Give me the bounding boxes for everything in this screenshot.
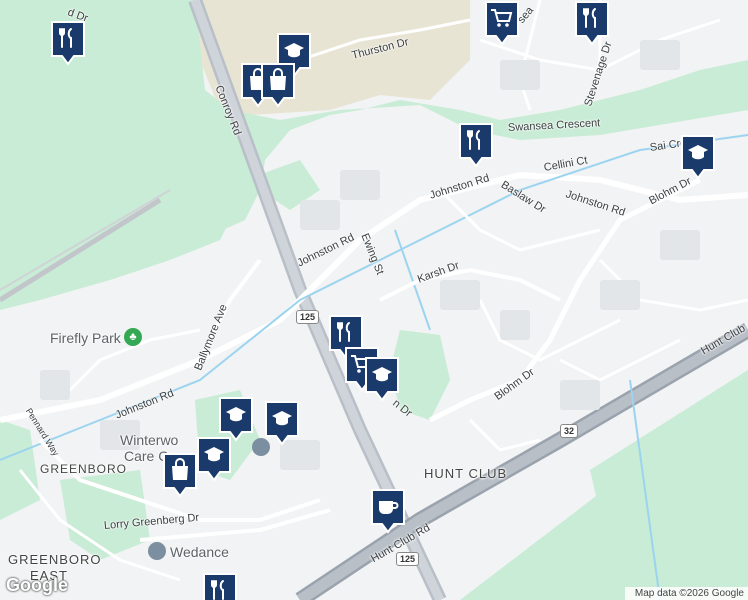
- highway-shield-125-south: 125: [396, 552, 420, 566]
- map-canvas[interactable]: Conroy Rd Thurston Dr Johnston Rd Johnst…: [0, 0, 748, 600]
- map-data-text[interactable]: Map data ©2026 Google: [635, 588, 744, 599]
- place-label-winterwood-1[interactable]: Winterwo: [120, 432, 178, 448]
- map-pin-education[interactable]: [196, 436, 232, 482]
- attribution-bar: Map data ©2026 Google: [624, 587, 748, 600]
- restaurant-icon: [575, 1, 609, 46]
- place-label-firefly-park[interactable]: Firefly Park: [50, 330, 121, 346]
- google-logo: Google: [6, 575, 68, 595]
- shopping-icon: [163, 453, 197, 498]
- map-pin-education[interactable]: [680, 134, 716, 180]
- education-icon: [265, 401, 299, 446]
- map-pin-shopping[interactable]: [260, 62, 296, 108]
- education-icon: [681, 135, 715, 180]
- shopping-icon: [261, 63, 295, 108]
- place-label-wedance[interactable]: Wedance: [170, 544, 229, 560]
- map-pin-restaurant[interactable]: [50, 20, 86, 66]
- park-icon[interactable]: ♣: [124, 328, 142, 346]
- map-pin-restaurant[interactable]: [202, 572, 238, 600]
- map-pin-education[interactable]: [364, 356, 400, 402]
- map-pin-education[interactable]: [264, 400, 300, 446]
- area-label-greenboro: GREENBORO: [40, 462, 128, 476]
- education-icon: [197, 437, 231, 482]
- map-pin-restaurant[interactable]: [458, 122, 494, 168]
- restaurant-icon: [459, 123, 493, 168]
- area-label-hunt-club: HUNT CLUB: [424, 466, 508, 481]
- cafe-icon: [371, 489, 405, 534]
- restaurant-icon: [203, 573, 237, 600]
- map-pin-shopping[interactable]: [162, 452, 198, 498]
- education-icon: [365, 357, 399, 402]
- map-pin-cafe[interactable]: [370, 488, 406, 534]
- area-label-greenboro-east-1: GREENBORO: [8, 552, 102, 567]
- highway-shield-32: 32: [560, 424, 579, 438]
- map-pin-grocery[interactable]: [484, 0, 520, 46]
- school-icon[interactable]: [148, 542, 166, 560]
- map-pin-restaurant[interactable]: [574, 0, 610, 46]
- grocery-icon: [485, 1, 519, 46]
- highway-shield-125: 125: [296, 310, 320, 324]
- restaurant-icon: [51, 21, 85, 66]
